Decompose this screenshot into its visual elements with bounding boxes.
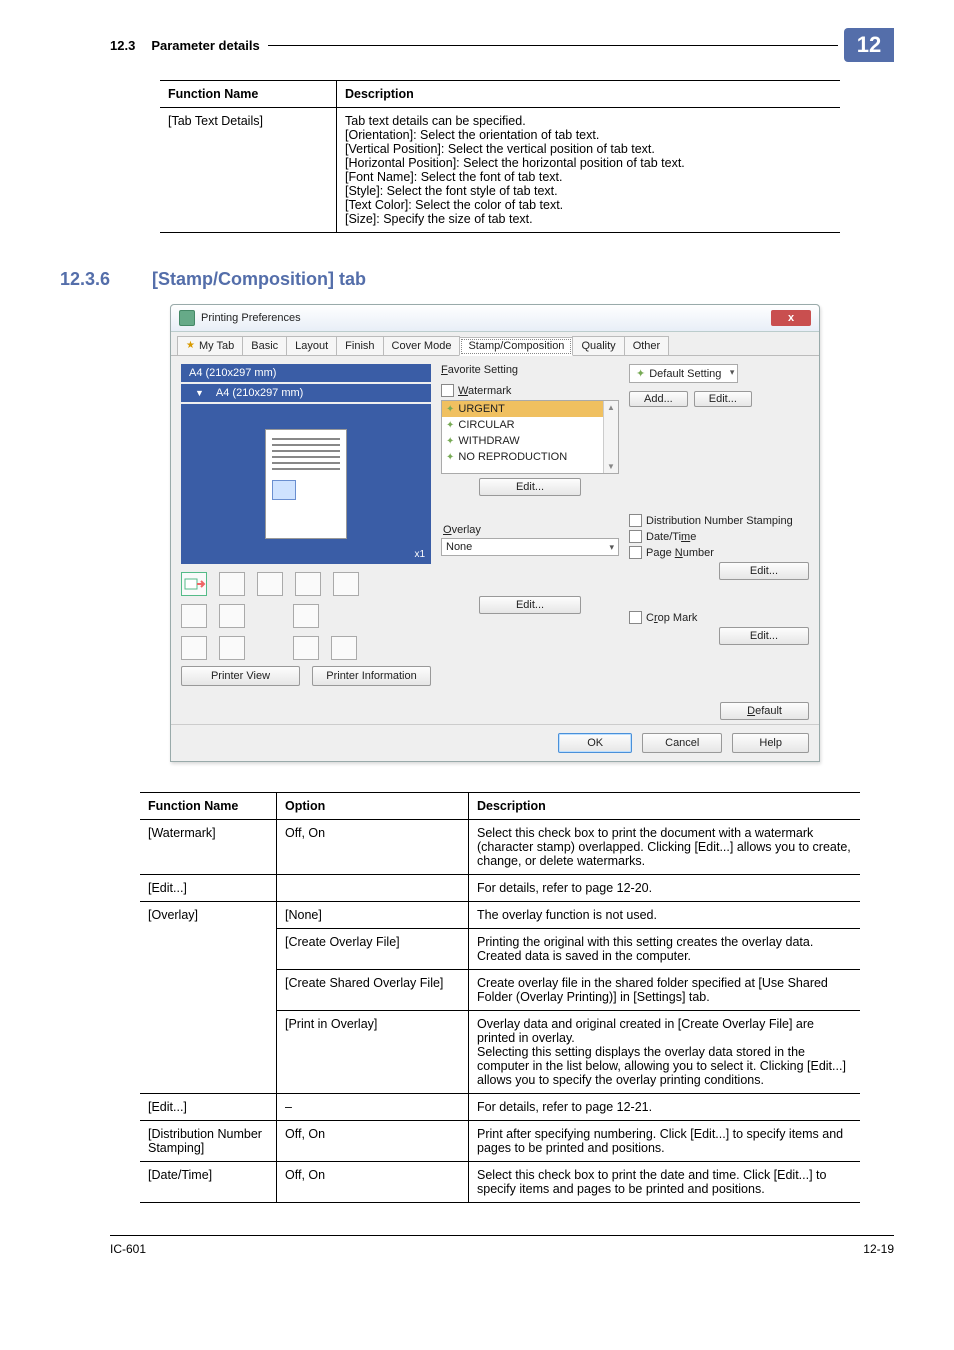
watermark-label: Watermark [458,385,511,397]
close-button[interactable]: x [771,310,811,326]
datetime-label: Date/Time [646,531,696,543]
dialog-title-text: Printing Preferences [201,312,301,324]
feature-icon[interactable] [181,636,207,660]
overlay-dropdown[interactable]: None [441,538,619,556]
table-row: [Edit...] – For details, refer to page 1… [140,1094,860,1121]
table1-header-fn: Function Name [160,81,337,108]
table-row: [Overlay] [None] The overlay function is… [140,902,860,929]
wrench-icon: ✦ [446,420,454,431]
tab-quality[interactable]: Quality [572,336,624,355]
feature-icon[interactable] [219,604,245,628]
star-icon: ★ [186,340,195,351]
wrench-icon: ✦ [446,436,454,447]
tab-other[interactable]: Other [624,336,670,355]
table1-row-fn: [Tab Text Details] [160,108,337,233]
page-preview: x1 [181,404,431,564]
table-row: [Date/Time] Off, On Select this check bo… [140,1162,860,1203]
feature-icon[interactable] [181,572,207,596]
footer-page: 12-19 [863,1242,894,1256]
table-row: [Edit...] For details, refer to page 12-… [140,875,860,902]
overlay-label: Overlay [443,524,619,536]
ok-button[interactable]: OK [558,733,632,753]
favorite-setting-combo[interactable]: ✦Default Setting [629,364,738,383]
favorite-edit-button[interactable]: Edit... [694,391,752,407]
page-footer: IC-601 12-19 [110,1235,894,1256]
default-button[interactable]: Default [720,702,809,720]
tab-finish[interactable]: Finish [336,336,383,355]
feature-icon[interactable] [181,604,207,628]
favorite-setting-label: Favorite Setting [441,364,518,376]
preview-sheet [265,429,347,539]
paper-size-output: ▼ A4 (210x297 mm) [181,384,431,402]
table2-header-fn: Function Name [140,793,277,820]
table-row: [Distribution Number Stamping] Off, On P… [140,1121,860,1162]
dialog-tabstrip: ★My Tab Basic Layout Finish Cover Mode S… [171,332,819,356]
wrench-icon: ✦ [636,367,645,380]
header-rule [268,45,838,46]
subsection-heading: 12.3.6[Stamp/Composition] tab [110,269,894,290]
paper-size-source: A4 (210x297 mm) [181,364,431,382]
pagenumber-label: Page Number [646,547,714,559]
feature-icon[interactable] [295,572,321,596]
table1-header-desc: Description [337,81,841,108]
feature-icon[interactable] [219,572,245,596]
calendar-icon [272,480,296,500]
wrench-icon: ✦ [446,404,454,415]
table2-header-desc: Description [469,793,861,820]
tab-stamp-composition[interactable]: Stamp/Composition [459,337,573,356]
distribution-number-label: Distribution Number Stamping [646,515,793,527]
overlay-edit-button[interactable]: Edit... [479,596,581,614]
datetime-checkbox[interactable] [629,530,642,543]
stamp-composition-table: Function Name Option Description [Waterm… [140,792,860,1203]
stamp-edit-button[interactable]: Edit... [719,562,809,580]
feature-icon[interactable] [219,636,245,660]
header-section-title: Parameter details [151,38,259,53]
feature-icon[interactable] [293,604,319,628]
feature-icon[interactable] [331,636,357,660]
copies-count: x1 [414,549,425,560]
cropmark-checkbox[interactable] [629,611,642,624]
cropmark-label: Crop Mark [646,612,697,624]
printing-preferences-dialog: Printing Preferences x ★My Tab Basic Lay… [170,304,820,762]
tab-mytab[interactable]: ★My Tab [177,336,243,355]
down-arrow-icon: ▼ [195,388,204,398]
feature-icon[interactable] [293,636,319,660]
listbox-scrollbar[interactable]: ▲▼ [603,401,618,473]
cancel-button[interactable]: Cancel [642,733,722,753]
table1-row-desc: Tab text details can be specified. [Orie… [337,108,841,233]
feature-icon-row-1 [181,572,431,596]
feature-icon-row-2 [181,604,431,628]
feature-icon[interactable] [257,572,283,596]
header-section-number: 12.3 [110,38,135,53]
help-button[interactable]: Help [732,733,809,753]
dialog-titlebar[interactable]: Printing Preferences x [171,305,819,332]
favorite-add-button[interactable]: Add... [629,391,688,407]
pagenumber-checkbox[interactable] [629,546,642,559]
distribution-number-checkbox[interactable] [629,514,642,527]
printer-icon [179,310,195,326]
watermark-listbox[interactable]: ✦URGENT ✦CIRCULAR ✦WITHDRAW ✦NO REPRODUC… [441,400,619,474]
tab-layout[interactable]: Layout [286,336,337,355]
cropmark-edit-button[interactable]: Edit... [719,627,809,645]
watermark-checkbox[interactable] [441,384,454,397]
watermark-edit-button[interactable]: Edit... [479,478,581,496]
chapter-number-box: 12 [844,28,894,62]
table-row: [Watermark] Off, On Select this check bo… [140,820,860,875]
tab-cover-mode[interactable]: Cover Mode [383,336,461,355]
footer-product: IC-601 [110,1242,146,1256]
feature-icon[interactable] [333,572,359,596]
table2-header-opt: Option [277,793,469,820]
printer-view-button[interactable]: Printer View [181,666,300,686]
wrench-icon: ✦ [446,452,454,463]
feature-icon-row-3 [181,636,431,660]
tab-text-details-table: Function Name Description [Tab Text Deta… [160,80,840,233]
printer-information-button[interactable]: Printer Information [312,666,431,686]
tab-basic[interactable]: Basic [242,336,287,355]
